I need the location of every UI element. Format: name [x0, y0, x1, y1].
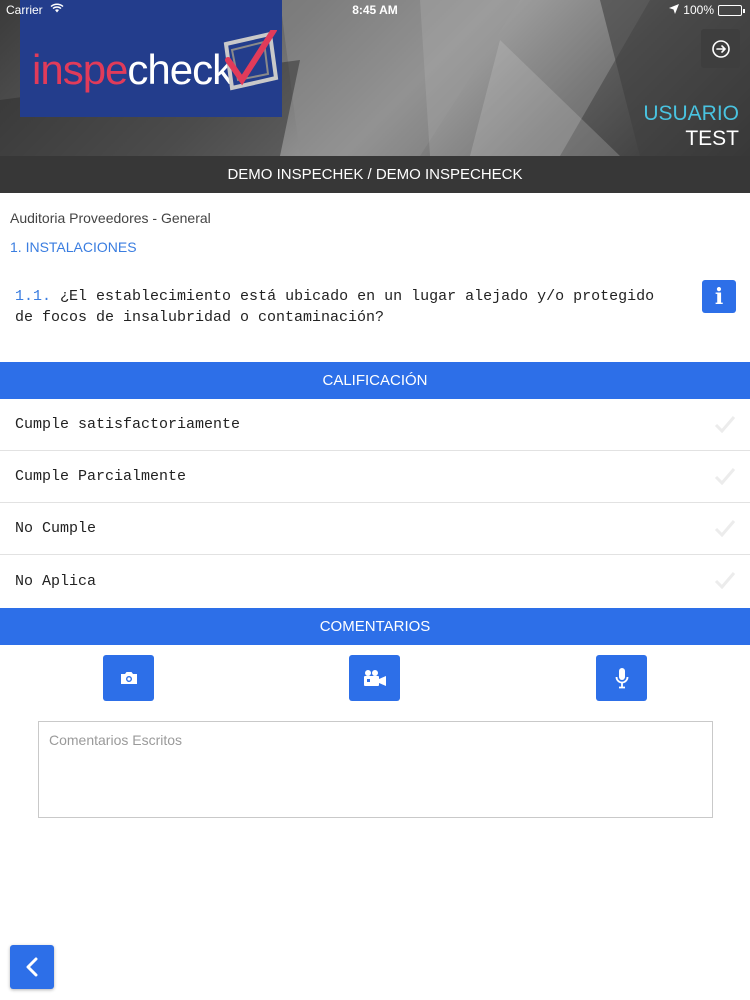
logo-text-inspe: inspe	[32, 46, 128, 93]
comments-header-label: COMENTARIOS	[319, 618, 431, 635]
check-icon	[714, 416, 736, 433]
user-name-label: TEST	[685, 127, 739, 150]
app-header: Carrier 8:45 AM 100% inspecheck USUARIO	[0, 0, 750, 156]
logo-check-mark-icon	[223, 30, 279, 91]
rating-option-cumple-parcialmente[interactable]: Cumple Parcialmente	[0, 451, 750, 503]
company-name: DEMO INSPECHEK / DEMO INSPECHECK	[227, 166, 523, 183]
rating-option-no-cumple[interactable]: No Cumple	[0, 503, 750, 555]
rating-options: Cumple satisfactoriamente Cumple Parcial…	[0, 399, 750, 607]
rating-option-label: Cumple Parcialmente	[15, 468, 187, 485]
logout-button[interactable]	[701, 29, 740, 68]
camera-icon	[120, 672, 137, 684]
check-icon	[714, 468, 736, 485]
logout-icon	[711, 39, 730, 58]
microphone-icon	[615, 668, 628, 689]
location-arrow-icon	[669, 3, 680, 17]
rating-option-label: No Cumple	[15, 520, 97, 537]
battery-percent: 100%	[683, 3, 714, 17]
info-icon: i	[714, 283, 724, 310]
user-role-label: USUARIO	[643, 102, 739, 125]
add-audio-button[interactable]	[596, 655, 647, 701]
video-camera-icon	[363, 670, 386, 686]
battery-icon	[718, 4, 745, 16]
rating-header-label: CALIFICACIÓN	[322, 372, 428, 389]
section-title: 1. INSTALACIONES	[10, 239, 137, 255]
question-text: 1.1. ¿El establecimiento está ubicado en…	[15, 286, 675, 328]
status-time: 8:45 AM	[352, 3, 398, 17]
company-bar: DEMO INSPECHEK / DEMO INSPECHECK	[0, 156, 750, 193]
written-comments-field[interactable]	[38, 721, 713, 818]
add-video-button[interactable]	[349, 655, 400, 701]
comments-header: COMENTARIOS	[0, 608, 750, 645]
question-number: 1.1.	[15, 288, 52, 305]
rating-option-label: No Aplica	[15, 572, 97, 590]
logo-text-check: check	[127, 46, 233, 93]
check-icon	[714, 572, 736, 589]
check-icon	[714, 520, 736, 537]
add-photo-button[interactable]	[103, 655, 154, 701]
rating-option-label: Cumple satisfactoriamente	[15, 416, 241, 433]
status-bar: Carrier 8:45 AM 100%	[0, 0, 750, 20]
status-right: 100%	[669, 3, 745, 17]
logo-wordmark: inspecheck	[32, 46, 233, 94]
rating-option-cumple-satisfactoriamente[interactable]: Cumple satisfactoriamente	[0, 399, 750, 451]
audit-breadcrumb: Auditoria Proveedores - General	[10, 210, 211, 226]
chevron-left-icon	[26, 957, 38, 977]
info-button[interactable]: i	[702, 280, 736, 313]
question-body: ¿El establecimiento está ubicado en un l…	[15, 288, 655, 326]
back-button[interactable]	[10, 945, 54, 989]
rating-header: CALIFICACIÓN	[0, 362, 750, 399]
rating-option-no-aplica[interactable]: No Aplica	[0, 555, 750, 607]
